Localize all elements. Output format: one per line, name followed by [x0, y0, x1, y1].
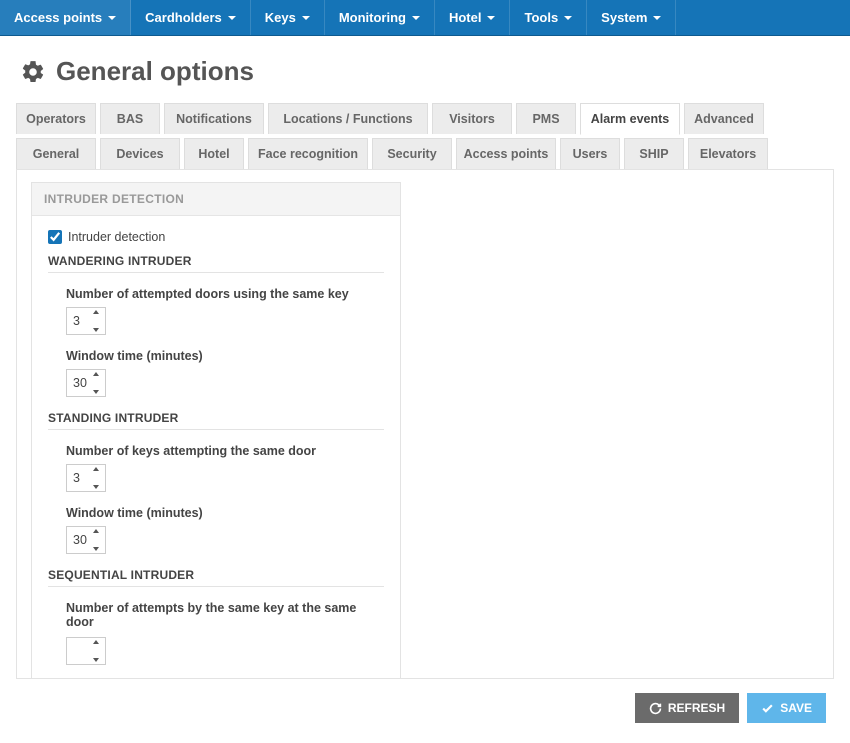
- standing-window-spinner[interactable]: [66, 526, 106, 554]
- menubar-item-cardholders[interactable]: Cardholders: [131, 0, 251, 35]
- page-title-row: General options: [20, 56, 834, 87]
- refresh-button-label: REFRESH: [668, 701, 725, 715]
- sequential-attempts-input[interactable]: [67, 638, 93, 664]
- tab-advanced[interactable]: Advanced: [684, 103, 764, 134]
- chevron-down-icon: [653, 16, 661, 20]
- intruder-detection-panel: INTRUDER DETECTION Intruder detection WA…: [31, 182, 401, 678]
- chevron-down-icon: [108, 16, 116, 20]
- tab-security[interactable]: Security: [372, 138, 452, 169]
- menubar-label: Hotel: [449, 10, 482, 25]
- chevron-down-icon: [412, 16, 420, 20]
- tab-hotel[interactable]: Hotel: [184, 138, 244, 169]
- content-scroll[interactable]: INTRUDER DETECTION Intruder detection WA…: [17, 170, 833, 678]
- tab-elevators[interactable]: Elevators: [688, 138, 768, 169]
- spinner-down-icon[interactable]: [93, 485, 99, 489]
- tab-alarm-events[interactable]: Alarm events: [580, 103, 680, 135]
- menubar-label: Tools: [524, 10, 558, 25]
- chevron-down-icon: [302, 16, 310, 20]
- standing-keys-input[interactable]: [67, 465, 93, 491]
- menubar-item-keys[interactable]: Keys: [251, 0, 325, 35]
- spinner-up-icon[interactable]: [93, 372, 99, 376]
- menubar-label: Keys: [265, 10, 296, 25]
- intruder-detection-checkbox-row[interactable]: Intruder detection: [48, 230, 384, 244]
- menubar-item-hotel[interactable]: Hotel: [435, 0, 511, 35]
- tab-ship[interactable]: SHIP: [624, 138, 684, 169]
- menubar-label: Monitoring: [339, 10, 406, 25]
- content-area: INTRUDER DETECTION Intruder detection WA…: [16, 169, 834, 679]
- page-title: General options: [56, 56, 254, 87]
- standing-intruder-heading: STANDING INTRUDER: [48, 411, 384, 425]
- wandering-intruder-heading: WANDERING INTRUDER: [48, 254, 384, 268]
- menubar-item-access-points[interactable]: Access points: [0, 0, 131, 35]
- chevron-down-icon: [228, 16, 236, 20]
- wandering-window-spinner[interactable]: [66, 369, 106, 397]
- menubar-item-monitoring[interactable]: Monitoring: [325, 0, 435, 35]
- tab-pms[interactable]: PMS: [516, 103, 576, 134]
- intruder-detection-checkbox[interactable]: [48, 230, 62, 244]
- save-button[interactable]: SAVE: [747, 693, 826, 723]
- tab-locations-functions[interactable]: Locations / Functions: [268, 103, 428, 134]
- spinner-up-icon[interactable]: [93, 467, 99, 471]
- sequential-attempts-label: Number of attempts by the same key at th…: [66, 601, 384, 629]
- wandering-doors-spinner[interactable]: [66, 307, 106, 335]
- sequential-attempts-spinner[interactable]: [66, 637, 106, 665]
- tab-access-points[interactable]: Access points: [456, 138, 556, 169]
- main-menubar: Access points Cardholders Keys Monitorin…: [0, 0, 850, 36]
- spinner-down-icon[interactable]: [93, 390, 99, 394]
- wandering-window-input[interactable]: [67, 370, 93, 396]
- tab-users[interactable]: Users: [560, 138, 620, 169]
- tab-notifications[interactable]: Notifications: [164, 103, 264, 134]
- save-button-label: SAVE: [780, 701, 812, 715]
- spinner-up-icon[interactable]: [93, 640, 99, 644]
- tab-bas[interactable]: BAS: [100, 103, 160, 134]
- wandering-doors-input[interactable]: [67, 308, 93, 334]
- tab-devices[interactable]: Devices: [100, 138, 180, 169]
- standing-keys-label: Number of keys attempting the same door: [66, 444, 384, 458]
- refresh-icon: [649, 702, 662, 715]
- divider: [48, 272, 384, 273]
- menubar-item-tools[interactable]: Tools: [510, 0, 587, 35]
- standing-window-input[interactable]: [67, 527, 93, 553]
- intruder-detection-checkbox-label: Intruder detection: [68, 230, 165, 244]
- chevron-down-icon: [487, 16, 495, 20]
- menubar-label: System: [601, 10, 647, 25]
- spinner-down-icon[interactable]: [93, 547, 99, 551]
- menubar-label: Access points: [14, 10, 102, 25]
- spinner-down-icon[interactable]: [93, 658, 99, 662]
- tab-visitors[interactable]: Visitors: [432, 103, 512, 134]
- standing-window-label: Window time (minutes): [66, 506, 384, 520]
- spinner-up-icon[interactable]: [93, 529, 99, 533]
- spinner-down-icon[interactable]: [93, 328, 99, 332]
- gear-icon: [20, 59, 46, 85]
- tab-face-recognition[interactable]: Face recognition: [248, 138, 368, 169]
- menubar-label: Cardholders: [145, 10, 222, 25]
- tab-operators[interactable]: Operators: [16, 103, 96, 134]
- refresh-button[interactable]: REFRESH: [635, 693, 739, 723]
- divider: [48, 429, 384, 430]
- wandering-doors-label: Number of attempted doors using the same…: [66, 287, 384, 301]
- sequential-intruder-heading: SEQUENTIAL INTRUDER: [48, 568, 384, 582]
- wandering-window-label: Window time (minutes): [66, 349, 384, 363]
- chevron-down-icon: [564, 16, 572, 20]
- standing-keys-spinner[interactable]: [66, 464, 106, 492]
- tabstrip-row2: General Devices Hotel Face recognition S…: [16, 138, 834, 169]
- divider: [48, 586, 384, 587]
- tab-general[interactable]: General: [16, 138, 96, 169]
- tabstrip-row1: Operators BAS Notifications Locations / …: [16, 103, 834, 134]
- spinner-up-icon[interactable]: [93, 310, 99, 314]
- footer-actions: REFRESH SAVE: [16, 679, 834, 733]
- check-icon: [761, 702, 774, 715]
- menubar-item-system[interactable]: System: [587, 0, 676, 35]
- panel-header: INTRUDER DETECTION: [32, 183, 400, 216]
